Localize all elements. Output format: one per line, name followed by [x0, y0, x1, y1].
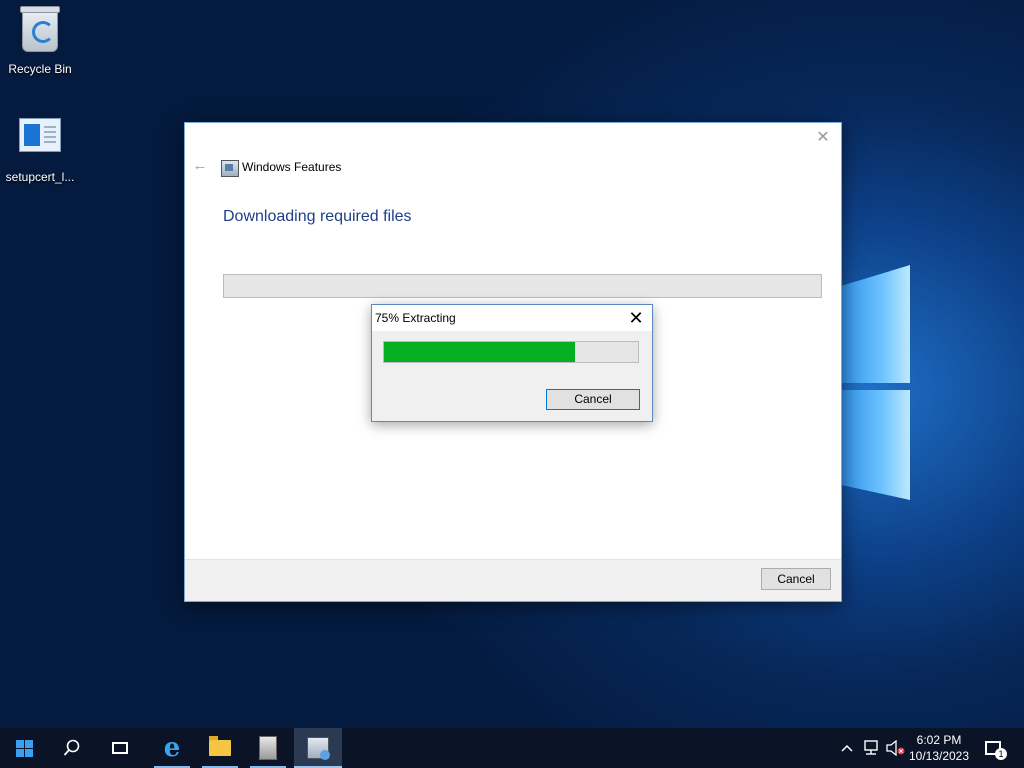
windows-features-icon: [307, 737, 330, 760]
progress-fill: [384, 342, 575, 362]
cancel-button[interactable]: Cancel: [761, 568, 831, 590]
dialog-titlebar: 75% Extracting ✕: [372, 305, 652, 331]
back-arrow-icon[interactable]: ←: [191, 157, 209, 175]
taskbar-windows-features[interactable]: [294, 728, 342, 768]
show-hidden-icons-button[interactable]: [838, 728, 856, 768]
clock-time: 6:02 PM: [916, 733, 962, 747]
file-explorer-icon: [209, 736, 231, 756]
close-icon[interactable]: ✕: [813, 129, 833, 147]
taskbar-internet-explorer[interactable]: e: [148, 728, 196, 768]
server-manager-icon: [259, 736, 277, 760]
taskbar-clock[interactable]: 6:02 PM 10/13/2023: [902, 732, 976, 764]
dialog-title: 75% Extracting: [375, 311, 456, 325]
taskbar-file-explorer[interactable]: [196, 728, 244, 768]
start-button[interactable]: [0, 728, 48, 768]
notification-icon: 1: [985, 741, 1007, 760]
chevron-up-icon: [841, 744, 853, 752]
task-view-button[interactable]: [96, 728, 144, 768]
clock-date: 10/13/2023: [908, 749, 970, 763]
page-heading: Downloading required files: [223, 208, 412, 225]
network-icon: [864, 740, 878, 755]
desktop-icon-label: Recycle Bin: [8, 62, 72, 76]
windows-wallpaper-logo: [840, 235, 912, 505]
action-center-button[interactable]: 1: [980, 728, 1007, 768]
desktop-icon-setupcert[interactable]: setupcert_l...: [0, 110, 80, 184]
windows-features-app-icon: [221, 160, 239, 177]
search-icon: [63, 739, 80, 756]
window-footer: Cancel: [185, 559, 841, 601]
notification-count-badge: 1: [995, 748, 1007, 760]
close-icon[interactable]: ✕: [626, 308, 646, 328]
network-tray-button[interactable]: [860, 728, 882, 768]
window-title: Windows Features: [242, 160, 342, 174]
windows-start-icon: [15, 739, 33, 757]
download-progress-bar: [223, 274, 822, 298]
desktop: Recycle Bin setupcert_l... ✕ ← Windows F…: [0, 0, 1024, 768]
desktop-icon-label: setupcert_l...: [5, 170, 75, 184]
document-file-icon: [16, 118, 64, 166]
task-view-icon: [112, 742, 128, 754]
internet-explorer-icon: e: [163, 733, 181, 763]
taskbar-server-manager[interactable]: [244, 728, 292, 768]
extract-progress-bar: [383, 341, 639, 363]
extract-cancel-button[interactable]: Cancel: [546, 389, 640, 410]
search-button[interactable]: [48, 728, 96, 768]
recycle-bin-icon: [16, 6, 64, 58]
extracting-dialog: 75% Extracting ✕ Cancel: [371, 304, 653, 422]
taskbar: e 1: [0, 728, 1024, 768]
desktop-icon-recycle-bin[interactable]: Recycle Bin: [0, 6, 80, 76]
